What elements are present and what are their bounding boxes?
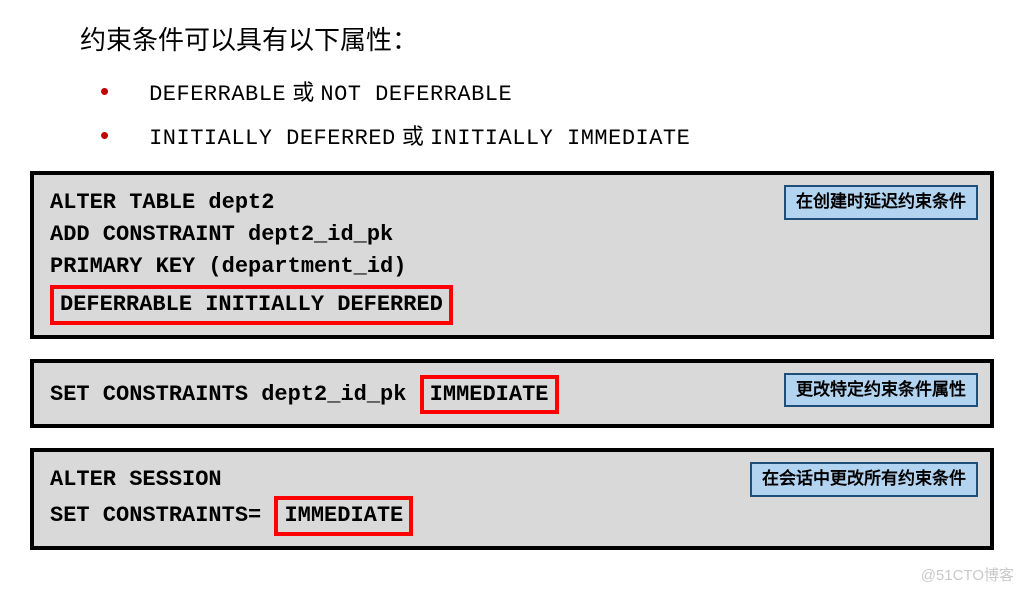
page-title: 约束条件可以具有以下属性：	[80, 20, 994, 57]
highlight-term: DEFERRABLE INITIALLY DEFERRED	[50, 285, 453, 325]
badge-create: 在创建时延迟约束条件	[784, 185, 978, 220]
separator: 或	[396, 124, 430, 149]
highlight-term: IMMEDIATE	[420, 375, 559, 415]
code-line: SET CONSTRAINTS= IMMEDIATE	[50, 496, 974, 536]
separator: 或	[286, 80, 320, 105]
bullet-icon: •	[100, 78, 109, 104]
code-prefix: SET CONSTRAINTS=	[50, 503, 274, 528]
code-line: PRIMARY KEY (department_id)	[50, 251, 974, 283]
bullet-list: • DEFERRABLE 或 NOT DEFERRABLE • INITIALL…	[100, 75, 994, 151]
bullet-text: INITIALLY DEFERRED 或 INITIALLY IMMEDIATE	[149, 119, 690, 151]
code-line: DEFERRABLE INITIALLY DEFERRED	[50, 283, 974, 325]
bullet-text: DEFERRABLE 或 NOT DEFERRABLE	[149, 75, 512, 107]
highlight-term: IMMEDIATE	[274, 496, 413, 536]
bullet-icon: •	[100, 122, 109, 148]
badge-alter-session: 在会话中更改所有约束条件	[750, 462, 978, 497]
code-box-alter-session: 在会话中更改所有约束条件 ALTER SESSION SET CONSTRAIN…	[30, 448, 994, 550]
code-term: INITIALLY IMMEDIATE	[430, 126, 690, 151]
watermark: @51CTO博客	[921, 564, 1014, 585]
code-line: ADD CONSTRAINT dept2_id_pk	[50, 219, 974, 251]
code-box-create: 在创建时延迟约束条件 ALTER TABLE dept2 ADD CONSTRA…	[30, 171, 994, 339]
badge-set-constraint: 更改特定约束条件属性	[784, 373, 978, 408]
code-box-set-constraint: 更改特定约束条件属性 SET CONSTRAINTS dept2_id_pk I…	[30, 359, 994, 429]
bullet-item: • INITIALLY DEFERRED 或 INITIALLY IMMEDIA…	[100, 119, 994, 151]
code-term: NOT DEFERRABLE	[320, 82, 512, 107]
code-term: DEFERRABLE	[149, 82, 286, 107]
code-prefix: SET CONSTRAINTS dept2_id_pk	[50, 382, 420, 407]
code-term: INITIALLY DEFERRED	[149, 126, 396, 151]
bullet-item: • DEFERRABLE 或 NOT DEFERRABLE	[100, 75, 994, 107]
